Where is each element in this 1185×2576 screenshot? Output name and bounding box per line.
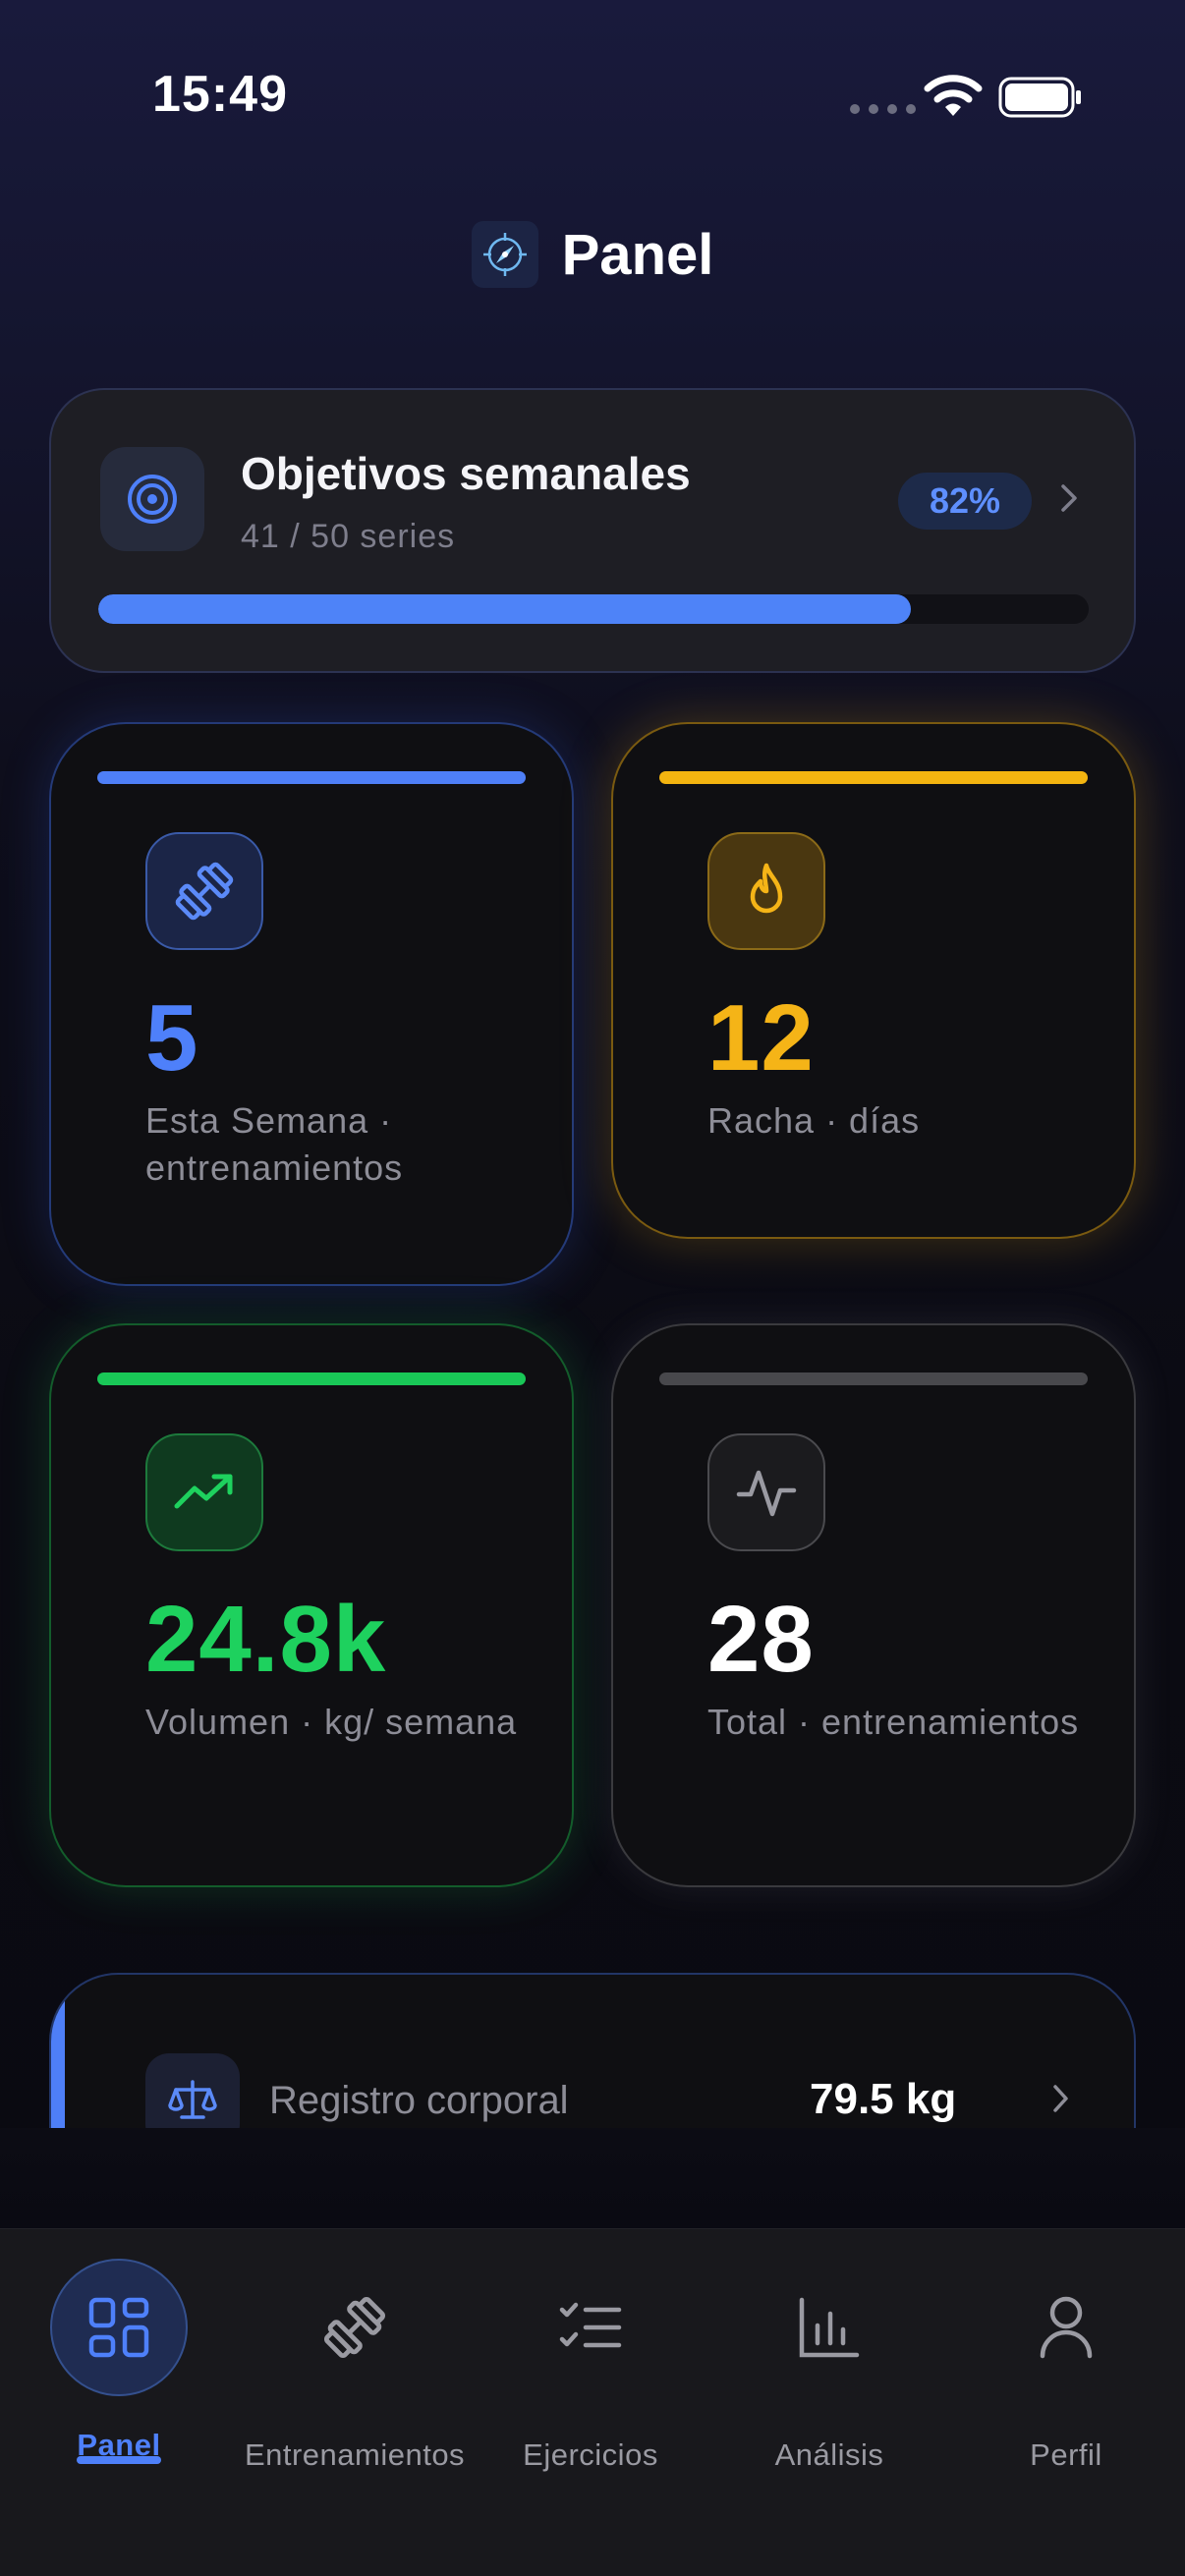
body-log-accent bbox=[51, 1975, 65, 2128]
stat-accent-bar bbox=[659, 1372, 1088, 1385]
weekly-goals-card[interactable]: Objetivos semanales 41 / 50 series 82% bbox=[49, 388, 1136, 673]
weekly-goals-percent-badge: 82% bbox=[898, 473, 1032, 530]
tab-label: Perfil bbox=[1030, 2437, 1102, 2472]
stat-accent-bar bbox=[659, 771, 1088, 784]
battery-icon bbox=[998, 77, 1081, 118]
chevron-right-icon bbox=[1061, 484, 1077, 512]
tab-panel[interactable]: Panel bbox=[50, 2229, 188, 2524]
stat-card-this-week[interactable]: 5 Esta Semana · entrenamientos bbox=[49, 722, 574, 1286]
weekly-goals-progress-fill bbox=[98, 594, 911, 624]
checklist-icon bbox=[522, 2259, 659, 2396]
tab-perfil[interactable]: Perfil bbox=[997, 2229, 1135, 2524]
body-log-label: Registro corporal bbox=[269, 2079, 569, 2122]
active-tab-indicator bbox=[77, 2456, 161, 2464]
tab-ejercicios[interactable]: Ejercicios bbox=[502, 2229, 679, 2524]
flame-icon bbox=[707, 832, 825, 950]
stat-card-streak[interactable]: 12 Racha · días bbox=[611, 722, 1136, 1239]
content-fade bbox=[0, 2128, 1185, 2230]
stat-label: Total · entrenamientos bbox=[707, 1702, 1080, 1742]
dashboard-screen: 15:49 Panel Objetivos semanales 41 / 50 … bbox=[0, 0, 1185, 2576]
user-icon bbox=[997, 2259, 1135, 2396]
weekly-goals-title: Objetivos semanales bbox=[241, 448, 691, 499]
status-time: 15:49 bbox=[152, 66, 288, 123]
stat-accent-bar bbox=[97, 771, 526, 784]
tab-label: Entrenamientos bbox=[244, 2437, 466, 2472]
tab-label: Análisis bbox=[774, 2437, 884, 2472]
activity-icon bbox=[707, 1433, 825, 1551]
signal-icon bbox=[850, 104, 916, 114]
scroll-clip: Registro corporal 79.5 kg bbox=[0, 1955, 1185, 2128]
bottom-tab-bar: Panel Entrenamientos Ejercicios Análisis… bbox=[0, 2228, 1185, 2576]
stat-label: Volumen · kg/ semana bbox=[145, 1702, 518, 1742]
header: Panel bbox=[0, 221, 1185, 288]
stat-value: 5 bbox=[145, 985, 199, 1091]
target-icon bbox=[100, 447, 204, 551]
tab-analisis[interactable]: Análisis bbox=[761, 2229, 898, 2524]
page-title: Panel bbox=[561, 222, 714, 287]
stat-label: Racha · días bbox=[707, 1100, 921, 1141]
trending-up-icon bbox=[145, 1433, 263, 1551]
stat-value: 12 bbox=[707, 985, 815, 1091]
compass-icon bbox=[471, 221, 538, 288]
bar-chart-icon bbox=[761, 2259, 898, 2396]
dumbbell-icon bbox=[145, 832, 263, 950]
stat-card-volume[interactable]: 24.8k Volumen · kg/ semana bbox=[49, 1323, 574, 1887]
chevron-right-icon bbox=[1053, 2085, 1068, 2112]
dashboard-icon bbox=[50, 2259, 188, 2396]
tab-entrenamientos[interactable]: Entrenamientos bbox=[237, 2229, 473, 2524]
body-log-card[interactable]: Registro corporal 79.5 kg bbox=[49, 1973, 1136, 2128]
weekly-goals-subtitle: 41 / 50 series bbox=[241, 518, 456, 555]
wifi-icon bbox=[924, 75, 983, 116]
stat-label: Esta Semana · entrenamientos bbox=[145, 1100, 404, 1188]
stat-card-total[interactable]: 28 Total · entrenamientos bbox=[611, 1323, 1136, 1887]
tab-label: Ejercicios bbox=[523, 2437, 658, 2472]
weekly-goals-progress-bar bbox=[98, 594, 1089, 624]
scale-icon bbox=[145, 2053, 240, 2128]
body-log-value: 79.5 kg bbox=[810, 2075, 957, 2123]
dumbbell-icon bbox=[286, 2259, 423, 2396]
stat-value: 28 bbox=[707, 1587, 815, 1692]
stat-accent-bar bbox=[97, 1372, 526, 1385]
stat-value: 24.8k bbox=[145, 1587, 387, 1692]
